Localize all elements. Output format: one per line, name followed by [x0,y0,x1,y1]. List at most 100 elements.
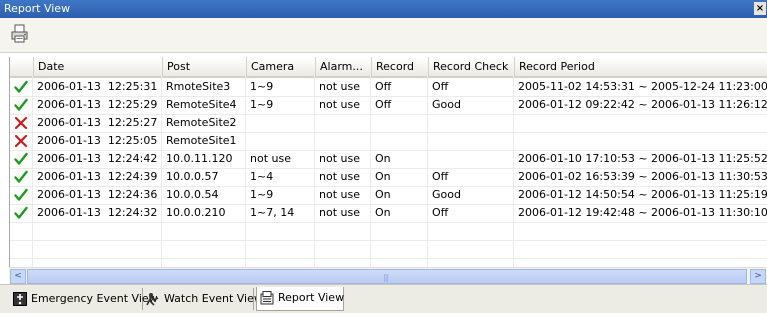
cell-record: Off [375,98,392,111]
cell-post: 10.0.0.210 [166,206,226,219]
cell-record [371,132,428,150]
cell-period: 2006-01-12 19:42:48 ~ 2006-01-13 11:30:1… [518,206,767,219]
cell-check [428,132,514,150]
cell-date: 2006-01-13 12:24:32 [37,206,158,219]
cell-date: 2006-01-13 12:25:05 [37,134,158,147]
tab-watch-event-view[interactable]: Watch Event View [143,288,263,310]
cell-post: RemoteSite4 [166,98,237,111]
report-icon [260,291,274,305]
cell-post: 10.0.11.120 [166,152,233,165]
cell-record [371,114,428,132]
toolbar [0,18,767,53]
cell-alarm: not use [319,152,360,165]
check-icon [14,80,28,93]
cell-camera: 1~7, 14 [250,206,295,219]
cell-record: On [375,152,391,165]
cell-alarm: not use [319,80,360,93]
empty-row [10,240,767,259]
cross-icon [14,116,28,130]
scroll-right-button[interactable]: > [750,269,766,284]
cell-alarm [315,132,371,150]
cell-alarm: not use [319,206,360,219]
scroll-thumb[interactable]: ||| [27,269,747,284]
cell-post: 10.0.0.57 [166,170,219,183]
cell-post: 10.0.0.54 [166,188,219,201]
cell-period: 2006-01-12 09:22:42 ~ 2006-01-13 11:26:1… [518,98,767,111]
cell-record: Off [375,80,392,93]
check-icon [14,188,28,201]
column-header[interactable]: Post [162,57,246,76]
table-header: Date Post Camera Alarm... Record Record Check… [10,57,767,78]
cell-alarm: not use [319,170,360,183]
table-row[interactable]: 2006-01-13 12:25:27 RemoteSite2 [10,114,767,133]
check-icon [14,206,28,219]
cell-period: 2006-01-10 17:10:53 ~ 2006-01-13 11:25:5… [518,152,767,165]
table-row[interactable]: 2006-01-13 12:25:29 RemoteSite4 1~9 not use… [10,96,767,115]
cell-period [514,114,767,132]
printer-icon[interactable] [10,24,30,44]
table-row[interactable]: 2006-01-13 12:25:05 RemoteSite1 [10,132,767,151]
cell-date: 2006-01-13 12:24:36 [37,188,158,201]
cell-alarm [315,114,371,132]
cell-check: Good [432,188,461,201]
emergency-icon [13,292,27,306]
horizontal-scrollbar[interactable]: < ||| > [9,267,767,285]
cell-camera [246,132,315,150]
report-table: Date Post Camera Alarm... Record Record Check… [9,57,767,267]
cell-period: 2006-01-12 14:50:54 ~ 2006-01-13 11:25:1… [518,188,767,201]
column-header[interactable]: Alarm... [315,57,371,76]
cell-check: Off [432,170,449,183]
table-row[interactable]: 2006-01-13 12:24:39 10.0.0.57 1~4 not use On… [10,168,767,187]
cell-camera: 1~4 [250,170,274,183]
column-header[interactable]: Record [371,57,428,76]
tab-label: Report View [278,291,345,304]
cell-check: Off [432,206,449,219]
cell-date: 2006-01-13 12:24:42 [37,152,158,165]
cell-record: On [375,206,391,219]
title-bar: Report View × [0,0,767,18]
empty-row [10,222,767,241]
table-row[interactable]: 2006-01-13 12:24:42 10.0.11.120 not use not… [10,150,767,169]
tab-label: Emergency Event View [31,292,158,305]
scroll-left-button[interactable]: < [10,269,26,284]
cell-post: RemoteSite1 [166,134,237,147]
cell-date: 2006-01-13 12:25:27 [37,116,158,129]
cross-icon [14,134,28,148]
view-tabs: Emergency Event View Watch Event View Re… [0,284,767,313]
table-row[interactable]: 2006-01-13 12:24:32 10.0.0.210 1~7, 14 not … [10,204,767,223]
column-header[interactable]: Camera [246,57,315,76]
cell-period: 2005-11-02 14:53:31 ~ 2005-12-24 11:23:0… [518,80,767,93]
table-row[interactable]: 2006-01-13 12:25:31 RmoteSite3 1~9 not use O… [10,78,767,97]
cell-date: 2006-01-13 12:25:29 [37,98,158,111]
window-title: Report View [4,2,71,15]
scroll-grip-icon: ||| [383,273,389,282]
column-header[interactable]: Date [33,57,162,76]
tab-emergency-event-view[interactable]: Emergency Event View [10,288,158,310]
watch-icon [146,293,159,306]
cell-period: 2006-01-02 16:53:39 ~ 2006-01-13 11:30:5… [518,170,767,183]
header-status-cell [10,57,33,76]
cell-record: On [375,170,391,183]
cell-check [428,150,514,168]
cell-post: RemoteSite2 [166,116,237,129]
table-row[interactable]: 2006-01-13 12:24:36 10.0.0.54 1~9 not use On… [10,186,767,205]
cell-camera: not use [250,152,291,165]
check-icon [14,152,28,165]
check-icon [14,98,28,111]
tab-report-view[interactable]: Report View [256,287,344,311]
cell-camera: 1~9 [250,80,274,93]
column-header[interactable]: Record Check [428,57,514,76]
check-icon [14,170,28,183]
cell-period [514,132,767,150]
close-button[interactable]: × [754,2,766,15]
tab-label: Watch Event View [164,292,263,305]
cell-check: Good [432,98,461,111]
cell-camera: 1~9 [250,188,274,201]
cell-date: 2006-01-13 12:24:39 [37,170,158,183]
cell-camera [246,114,315,132]
cell-date: 2006-01-13 12:25:31 [37,80,158,93]
cell-record: On [375,188,391,201]
cell-check [428,114,514,132]
column-header[interactable]: Record Period [514,57,767,76]
cell-alarm: not use [319,188,360,201]
